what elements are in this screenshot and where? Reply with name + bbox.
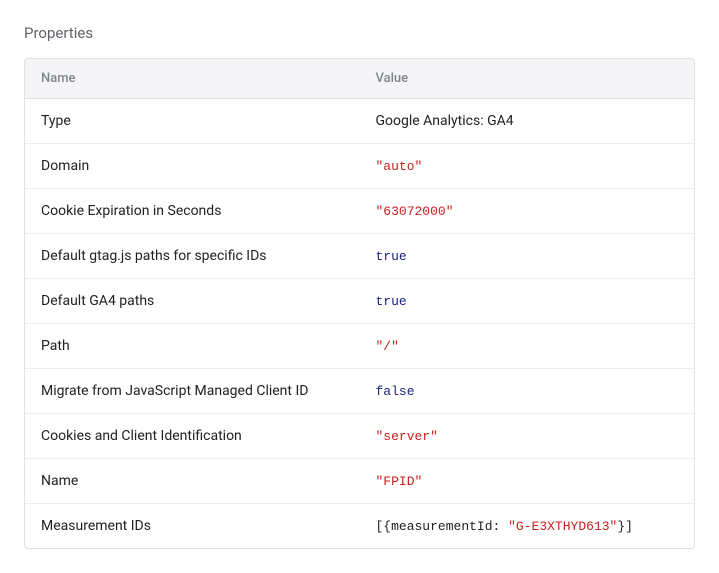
property-value: "63072000" [360,189,695,234]
properties-table-body: Type Google Analytics: GA4 Domain "auto" Coo… [25,99,694,548]
value-boolean: false [376,384,415,399]
value-boolean: true [376,249,407,264]
value-boolean: true [376,294,407,309]
table-row: Name "FPID" [25,459,694,504]
value-string: "auto" [376,159,423,174]
property-name: Type [25,99,360,144]
properties-panel: Properties Name Value Type Google Analyti… [24,24,695,549]
table-row: Cookies and Client Identification "server… [25,414,694,459]
table-row: Path "/" [25,324,694,369]
table-row: Default GA4 paths true [25,279,694,324]
property-name: Domain [25,144,360,189]
property-value: "FPID" [360,459,695,504]
value-plain: Google Analytics: GA4 [376,113,514,129]
value-string: "63072000" [376,204,454,219]
value-string: "server" [376,429,438,444]
table-row: Default gtag.js paths for specific IDs tr… [25,234,694,279]
property-name: Name [25,459,360,504]
property-value: true [360,279,695,324]
table-row: Type Google Analytics: GA4 [25,99,694,144]
property-name: Default gtag.js paths for specific IDs [25,234,360,279]
property-value: "auto" [360,144,695,189]
property-value: false [360,369,695,414]
value-object-string: "G-E3XTHYD613" [508,519,617,534]
property-value: Google Analytics: GA4 [360,99,695,144]
property-name: Cookies and Client Identification [25,414,360,459]
property-value: "/" [360,324,695,369]
property-value: true [360,234,695,279]
table-row: Cookie Expiration in Seconds "63072000" [25,189,694,234]
table-row: Migrate from JavaScript Managed Client I… [25,369,694,414]
panel-title: Properties [24,24,695,42]
value-string: "FPID" [376,474,423,489]
column-header-name: Name [25,59,360,99]
property-name: Path [25,324,360,369]
value-object-suffix: }] [617,519,633,534]
property-value: [{measurementId: "G-E3XTHYD613"}] [360,504,695,548]
property-name: Cookie Expiration in Seconds [25,189,360,234]
property-value: "server" [360,414,695,459]
table-row: Domain "auto" [25,144,694,189]
property-name: Measurement IDs [25,504,360,548]
property-name: Default GA4 paths [25,279,360,324]
properties-table: Name Value Type Google Analytics: GA4 Doma… [24,58,695,549]
property-name: Migrate from JavaScript Managed Client I… [25,369,360,414]
value-string: "/" [376,339,399,354]
column-header-value: Value [360,59,695,99]
table-row: Measurement IDs[{measurementId: "G-E3XTH… [25,504,694,548]
value-object-prefix: [{measurementId: [376,519,509,534]
